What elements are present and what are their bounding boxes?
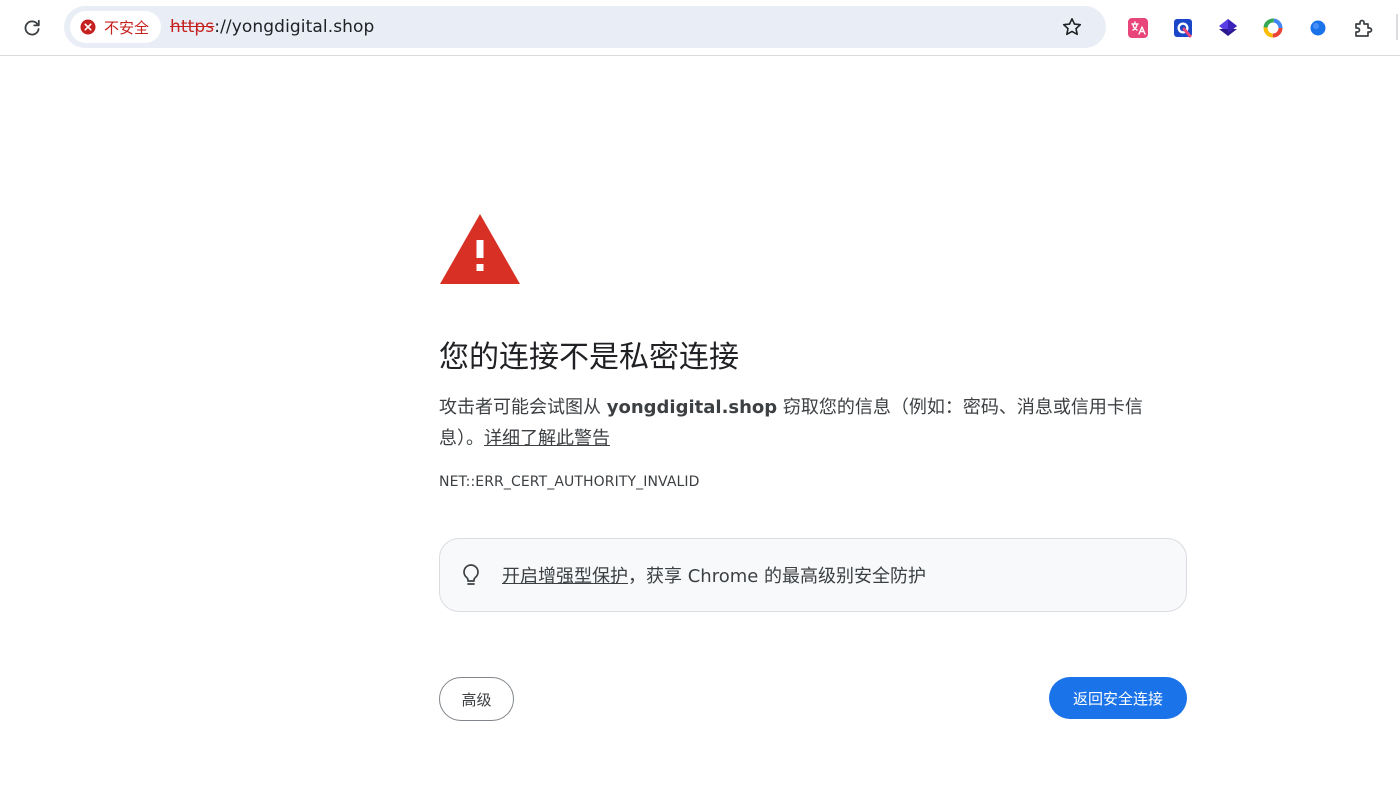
extensions-menu-button[interactable]	[1347, 12, 1379, 44]
purple-diamond-extension-icon	[1219, 19, 1237, 36]
reload-button[interactable]	[14, 10, 50, 46]
reload-icon	[24, 19, 40, 36]
blue-extension-icon	[1174, 19, 1192, 38]
explanation-host: yongdigital.shop	[606, 397, 778, 418]
explanation-prefix: 攻击者可能会试图从	[439, 397, 607, 418]
promo-text: 开启增强型保护，获享 Chrome 的最高级别安全防护	[502, 562, 926, 588]
url-host: yongdigital.shop	[231, 17, 375, 37]
purple-extension-button[interactable]	[1212, 12, 1244, 44]
page-title: 您的连接不是私密连接	[439, 340, 739, 375]
multicolor-ring-extension-icon	[1263, 18, 1283, 38]
bookmark-button[interactable]	[1056, 11, 1088, 43]
promo-rest: ，获享 Chrome 的最高级别安全防护	[628, 566, 927, 587]
address-bar[interactable]: 不安全 https://yongdigital.shop	[64, 6, 1106, 48]
star-outline-icon	[1062, 18, 1082, 36]
puzzle-icon	[1355, 19, 1373, 37]
url-scheme: https	[170, 17, 215, 37]
security-chip[interactable]: 不安全	[70, 11, 162, 43]
blue-dot-extension-button[interactable]	[1302, 12, 1334, 44]
url-separator: ://	[214, 17, 232, 37]
ring-extension-button[interactable]	[1257, 12, 1289, 44]
learn-more-link[interactable]: 详细了解此警告	[484, 428, 610, 449]
url-text[interactable]: https://yongdigital.shop	[170, 6, 374, 48]
enhanced-protection-promo: 开启增强型保护，获享 Chrome 的最高级别安全防护	[439, 538, 1187, 612]
browser-toolbar: 不安全 https://yongdigital.shop	[0, 0, 1400, 56]
error-code: NET::ERR_CERT_AUTHORITY_INVALID	[439, 474, 700, 490]
translate-extension-icon	[1128, 18, 1148, 38]
security-chip-label: 不安全	[104, 18, 150, 37]
lightbulb-icon	[459, 563, 483, 587]
translate-extension-button[interactable]	[1122, 12, 1154, 44]
explanation-paragraph: 攻击者可能会试图从 yongdigital.shop 窃取您的信息（例如：密码、…	[439, 392, 1159, 454]
enhanced-protection-link[interactable]: 开启增强型保护	[502, 566, 628, 587]
warning-triangle-icon	[440, 214, 520, 284]
back-to-safety-button[interactable]: 返回安全连接	[1049, 677, 1187, 719]
error-circle-icon	[80, 19, 96, 35]
blue-extension-button[interactable]	[1167, 12, 1199, 44]
blue-dot-extension-icon	[1310, 20, 1326, 36]
toolbar-edge	[1396, 14, 1398, 40]
advanced-button[interactable]: 高级	[439, 677, 514, 721]
